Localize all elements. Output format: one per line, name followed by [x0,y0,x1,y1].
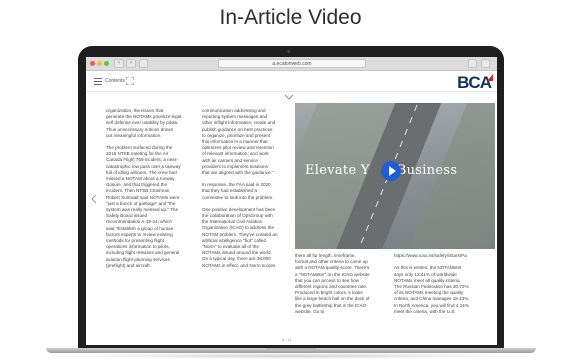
browser-toolbar: ‹ › a.ecatonweb.com [86,57,497,71]
page-number: 8 / 11 [282,337,292,342]
article-paragraph: One positive development has been the co… [202,206,278,268]
reader-app-bar: Contents BCA [86,72,497,92]
article-paragraph: communication addressing and reporting s… [202,108,276,176]
share-icon[interactable] [468,59,477,68]
in-article-video[interactable]: Elevate Yr Business [295,103,495,249]
slide-heading: In-Article Video [219,6,362,29]
menu-icon[interactable] [94,78,102,85]
article-column-1: organization, the issues that generate t… [106,108,181,275]
previous-page-arrow-icon[interactable] [91,194,97,204]
laptop-notch [266,348,316,351]
chevron-down-icon[interactable] [284,94,294,100]
address-bar[interactable]: a.ecatonweb.com [218,59,366,68]
forward-button[interactable]: › [126,59,136,68]
back-button[interactable]: ‹ [114,59,124,68]
contents-link[interactable]: Contents [105,78,125,84]
maximize-window-button[interactable] [104,61,109,66]
tabs-icon[interactable] [481,59,490,68]
video-title-left: Elevate Y [305,163,370,178]
bca-logo: BCA [457,73,492,92]
slide: In-Article Video ‹ › a.ecatonweb.com Con… [0,0,581,362]
close-window-button[interactable] [90,61,95,66]
article-paragraph: https://www.icao.int/safety/iStars/Pa As… [394,253,470,314]
minimize-window-button[interactable] [97,61,102,66]
article-paragraph: In response, the FAA said in 2020 that t… [202,182,274,200]
laptop-shadow [40,353,542,359]
fullscreen-icon[interactable] [126,77,134,85]
article-paragraph: organization, the issues that generate t… [106,108,182,138]
article-column-4: https://www.icao.int/safety/iStars/Pa As… [394,253,470,321]
laptop-screen: ‹ › a.ecatonweb.com Contents BCA organiz… [86,57,497,345]
sidebar-toggle-icon[interactable] [139,59,148,68]
article-paragraph: them all for length, timeframe, format a… [295,253,370,314]
article-column-3: them all for length, timeframe, format a… [295,253,370,321]
play-icon[interactable] [381,161,401,181]
webcam-dot [287,50,290,53]
article-column-2: communication addressing and reporting s… [202,108,278,275]
article-paragraph: The problem surfaced during the 2018 NTS… [106,145,181,268]
